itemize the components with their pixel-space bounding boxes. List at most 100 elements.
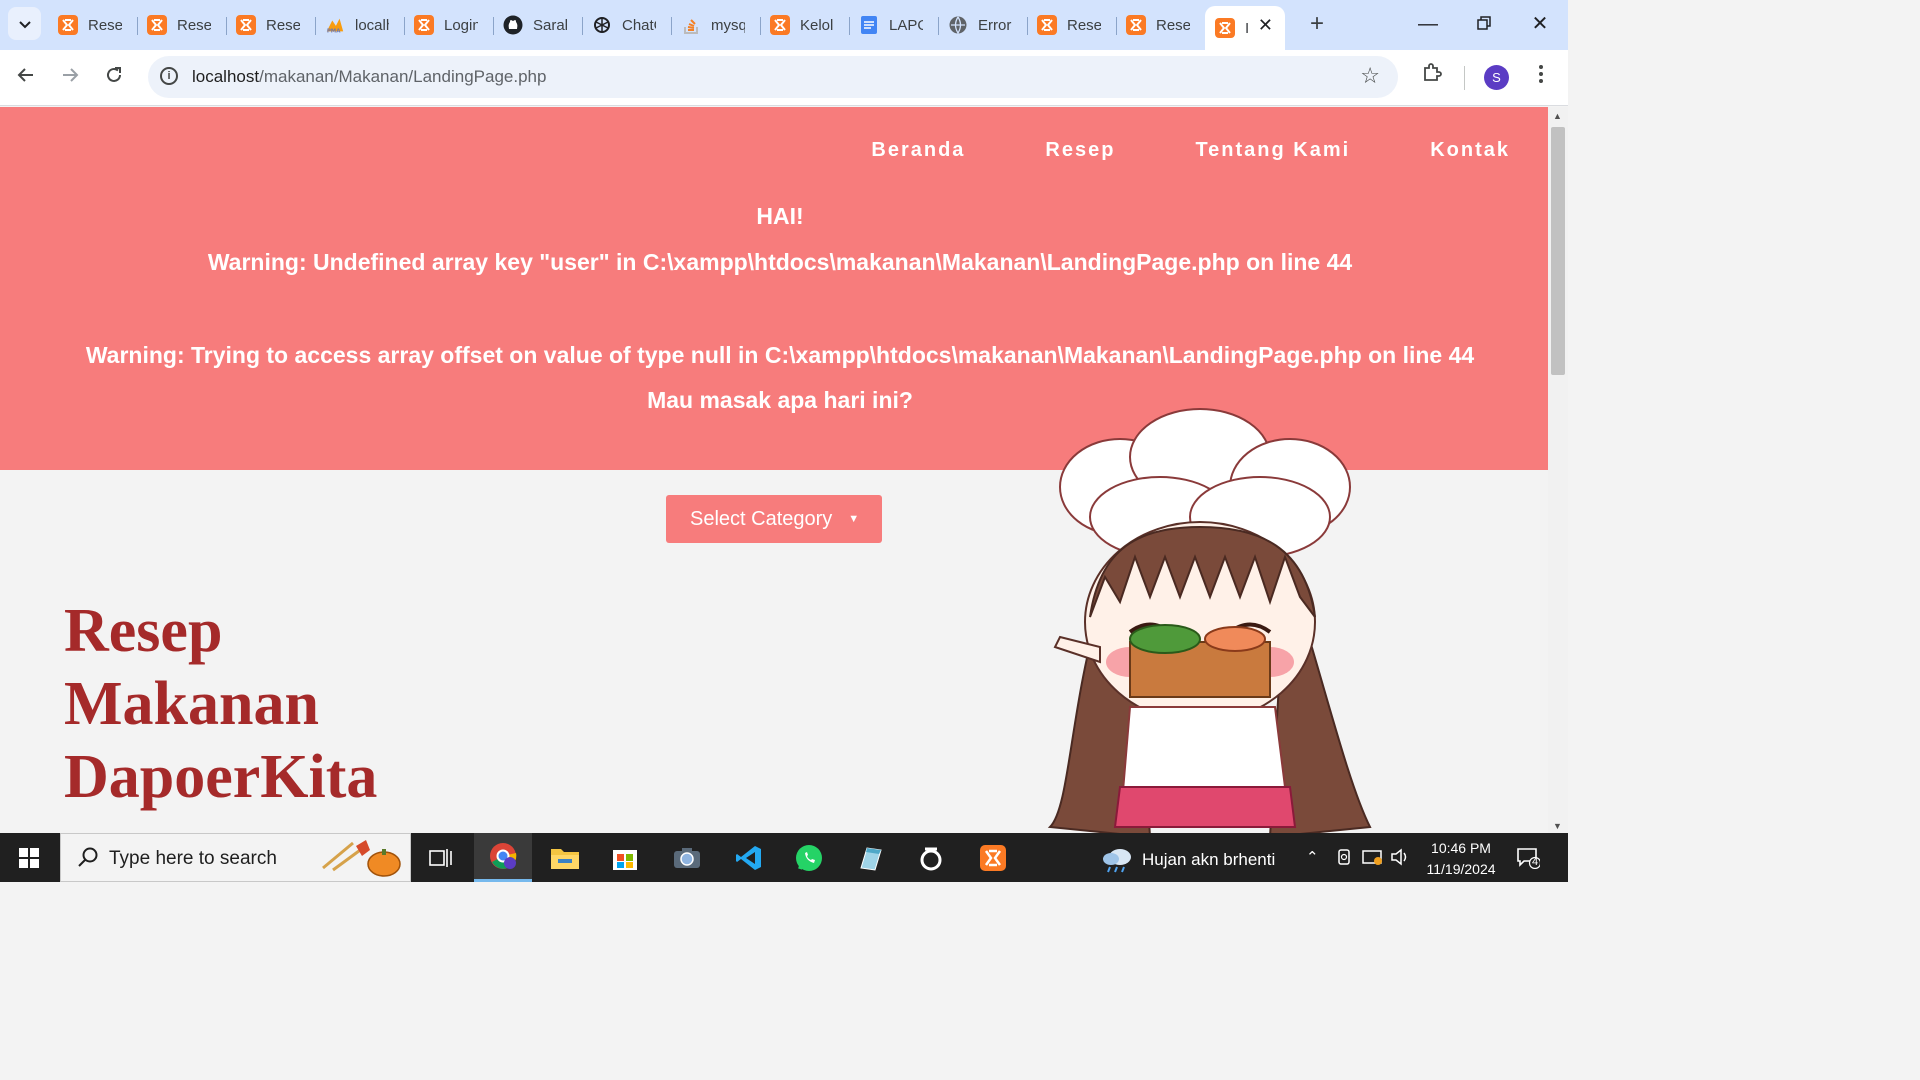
scroll-down-arrow-icon[interactable]: ▼	[1553, 821, 1562, 831]
tab-title: Resep	[88, 16, 122, 34]
browser-tab[interactable]: PMA localhost	[315, 6, 404, 44]
taskbar-xampp[interactable]	[964, 833, 1022, 882]
extensions-button[interactable]	[1416, 61, 1448, 93]
tab-title: mysql	[711, 16, 745, 34]
address-bar[interactable]: i localhost/makanan/Makanan/LandingPage.…	[148, 56, 1398, 98]
search-icon	[78, 847, 98, 867]
reload-icon	[107, 67, 121, 82]
taskbar-search-placeholder: Type here to search	[109, 848, 277, 869]
show-hidden-icons-chevron-up-icon[interactable]: ⌃	[1306, 848, 1319, 866]
volume-icon[interactable]	[1390, 848, 1410, 870]
taskbar-chrome[interactable]	[474, 833, 532, 882]
browser-menu-button[interactable]	[1525, 62, 1557, 94]
weather-widget[interactable]: Hujan akn brhenti	[1100, 845, 1275, 875]
browser-tab[interactable]: Resep	[137, 6, 226, 44]
taskbar-file-explorer[interactable]	[536, 833, 594, 882]
meet-now-icon[interactable]	[1336, 848, 1354, 870]
network-icon[interactable]	[1362, 848, 1384, 870]
folder-icon	[551, 848, 579, 869]
arrow-left-icon	[17, 68, 33, 82]
network-warning-icon	[1362, 850, 1382, 865]
reload-button[interactable]	[98, 62, 130, 94]
close-window-button[interactable]: ✕	[1520, 10, 1560, 40]
browser-tab[interactable]: Resep	[1116, 6, 1205, 44]
browser-tab[interactable]: Resep	[226, 6, 315, 44]
whatsapp-icon	[796, 844, 822, 871]
browser-tab[interactable]: Error	[938, 6, 1027, 44]
browser-tab[interactable]: Kelola	[760, 6, 849, 44]
docs-icon	[859, 15, 879, 35]
toolbar-divider	[1464, 66, 1465, 90]
main-nav: Beranda Resep Tentang Kami Kontak	[871, 139, 1510, 162]
clock-date: 11/19/2024	[1426, 861, 1496, 877]
taskbar-camera[interactable]	[658, 833, 716, 882]
url-text[interactable]: localhost/makanan/Makanan/LandingPage.ph…	[192, 67, 546, 87]
taskbar-whatsapp[interactable]	[780, 833, 838, 882]
chrome-icon	[490, 843, 517, 869]
start-button[interactable]	[0, 833, 58, 882]
browser-tab[interactable]: Resep	[1027, 6, 1116, 44]
title-line-3: DapoerKita	[64, 743, 378, 811]
tab-title: Resep	[1067, 16, 1101, 34]
task-view-icon	[429, 848, 452, 867]
notification-center-button[interactable]: 4	[1516, 847, 1542, 870]
select-category-dropdown[interactable]: Select Category ▼	[666, 495, 882, 543]
greeting-text: HAI!	[756, 203, 804, 229]
taskbar-microsoft-store[interactable]	[596, 833, 654, 882]
forward-button[interactable]	[54, 62, 86, 94]
autumn-pumpkin-icon	[322, 840, 401, 877]
stackoverflow-icon	[681, 15, 701, 35]
weather-text: Hujan akn brhenti	[1142, 850, 1276, 869]
nav-tentang-kami[interactable]: Tentang Kami	[1195, 139, 1350, 162]
xampp-icon	[147, 15, 167, 35]
browser-tab[interactable]: Sarah	[493, 6, 582, 44]
notification-count: 4	[1532, 856, 1539, 868]
system-clock[interactable]: 10:46 PM 11/19/2024	[1415, 838, 1507, 880]
tab-title: Sarah	[533, 16, 567, 34]
browser-tab[interactable]: LAPORAN	[849, 6, 938, 44]
taskbar-search-box[interactable]: Type here to search	[60, 833, 411, 882]
browser-tab[interactable]: I ✕	[1205, 6, 1285, 50]
restore-button[interactable]	[1464, 10, 1504, 40]
chatgpt-icon	[592, 15, 612, 35]
new-tab-button[interactable]: +	[1302, 10, 1332, 40]
taskbar-app-ring[interactable]	[902, 833, 960, 882]
nav-kontak[interactable]: Kontak	[1430, 139, 1510, 162]
tab-title: Kelola	[800, 16, 834, 34]
site-info-icon[interactable]: i	[160, 67, 178, 85]
chef-girl-illustration	[1047, 408, 1372, 833]
task-view-button[interactable]	[412, 833, 470, 882]
browser-tab[interactable]: Login	[404, 6, 493, 44]
tab-search-button[interactable]	[8, 7, 41, 40]
speaker-icon	[1391, 848, 1407, 866]
xampp-icon	[1126, 15, 1146, 35]
browser-tab[interactable]: mysql	[671, 6, 760, 44]
tab-title: Resep	[1156, 16, 1190, 34]
back-button[interactable]	[10, 62, 42, 94]
browser-tab[interactable]: ChatGPT	[582, 6, 671, 44]
xampp-icon	[236, 15, 256, 35]
browser-tab[interactable]: Resep	[48, 6, 137, 44]
more-vert-icon	[1539, 65, 1543, 83]
restore-icon	[1477, 16, 1491, 30]
tab-title: Resep	[266, 16, 300, 34]
nav-resep[interactable]: Resep	[1045, 139, 1115, 162]
minimize-button[interactable]: —	[1408, 10, 1448, 40]
taskbar-notepad-app[interactable]	[842, 833, 900, 882]
scroll-up-arrow-icon[interactable]: ▲	[1553, 111, 1562, 121]
profile-avatar[interactable]: S	[1484, 65, 1509, 90]
scrollbar-thumb[interactable]	[1551, 127, 1565, 375]
rain-cloud-icon	[1103, 849, 1131, 873]
browser-toolbar: i localhost/makanan/Makanan/LandingPage.…	[0, 50, 1568, 106]
bookmark-star-icon[interactable]: ☆	[1360, 63, 1380, 89]
close-tab-icon[interactable]: ✕	[1258, 15, 1273, 36]
taskbar-vscode[interactable]	[720, 833, 778, 882]
page-viewport: Beranda Resep Tentang Kami Kontak HAI! W…	[0, 107, 1548, 833]
meet-icon	[1338, 849, 1350, 865]
tab-title: Error	[978, 16, 1012, 34]
puzzle-icon	[1424, 63, 1442, 81]
tab-title: localhost	[355, 16, 389, 34]
xampp-icon	[58, 15, 78, 35]
page-scrollbar[interactable]: ▲ ▼	[1548, 107, 1568, 833]
nav-beranda[interactable]: Beranda	[871, 139, 965, 162]
